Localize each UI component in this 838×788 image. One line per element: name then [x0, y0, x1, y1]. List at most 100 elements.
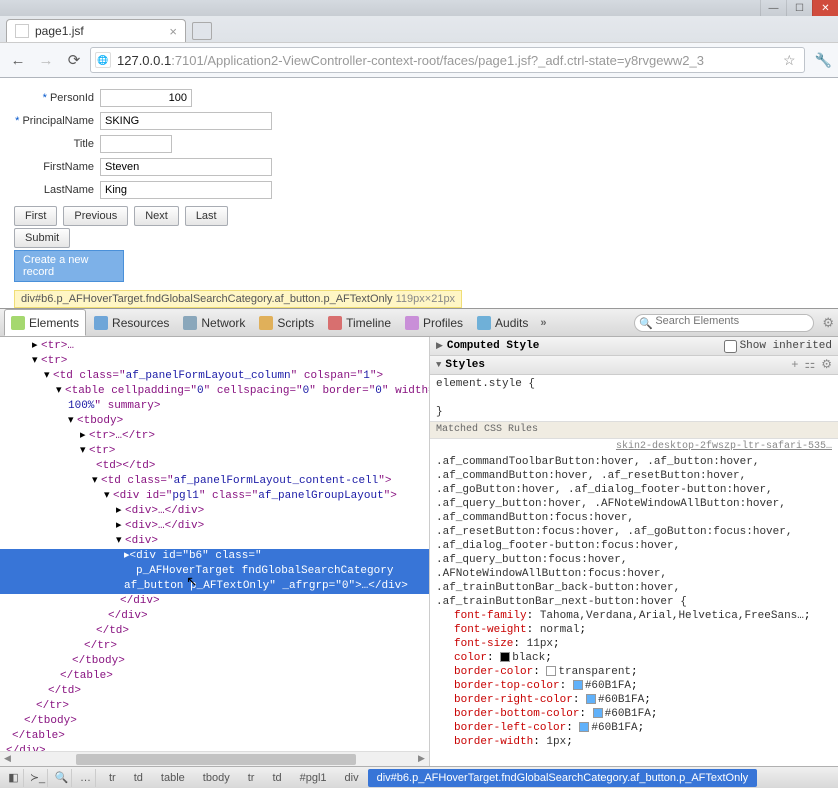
url-text: 127.0.0.1:7101/Application2-ViewControll… — [117, 53, 779, 68]
dock-toggle-icon[interactable]: ◧ — [4, 769, 24, 787]
horizontal-scrollbar[interactable]: ◀ ▶ — [0, 751, 429, 766]
breadcrumb-item[interactable]: tr — [100, 769, 125, 787]
devtools-footer: ◧ ≻_ 🔍 … trtdtabletbodytrtd#pgl1divdiv#b… — [0, 766, 838, 788]
previous-button[interactable]: Previous — [63, 206, 128, 226]
scroll-thumb[interactable] — [76, 754, 356, 765]
close-window-button[interactable]: ✕ — [812, 0, 838, 16]
breadcrumb-item-active[interactable]: div#b6.p_AFHoverTarget.fndGlobalSearchCa… — [368, 769, 758, 787]
devtools-tab-resources[interactable]: Resources — [88, 309, 175, 336]
audits-icon — [477, 316, 491, 330]
gear-icon[interactable]: ⚙ — [821, 358, 832, 372]
dom-selected-node[interactable]: ▸<div id="b6" class="p_AFHoverTarget fnd… — [0, 549, 429, 594]
bookmark-star-icon[interactable]: ☆ — [783, 52, 796, 69]
breadcrumb-item[interactable]: table — [152, 769, 194, 787]
label-first-name: FirstName — [14, 161, 94, 173]
label-last-name: LastName — [14, 184, 94, 196]
input-first-name[interactable] — [100, 158, 272, 176]
network-icon — [183, 316, 197, 330]
input-person-id[interactable] — [100, 89, 192, 107]
window-controls: — ☐ ✕ — [0, 0, 838, 16]
devtools-tab-strip: Elements Resources Network Scripts Timel… — [0, 309, 838, 337]
devtools-tab-timeline[interactable]: Timeline — [322, 309, 397, 336]
reload-button[interactable]: ⟳ — [62, 48, 86, 72]
css-declaration[interactable]: border-right-color: #60B1FA; — [436, 693, 832, 707]
input-last-name[interactable] — [100, 181, 272, 199]
breadcrumb-item[interactable]: tr — [239, 769, 264, 787]
inspect-element-icon[interactable]: 🔍 — [52, 769, 72, 787]
dom-tree[interactable]: ▸<tr>… ▾<tr> ▾<td class="af_panelFormLay… — [0, 337, 430, 766]
matched-rules-header: Matched CSS Rules — [430, 421, 838, 439]
search-icon: 🔍 — [639, 317, 653, 330]
styles-panel[interactable]: ▶ Computed Style Show inherited ▼ Styles… — [430, 337, 838, 766]
css-declaration[interactable]: border-left-color: #60B1FA; — [436, 721, 832, 735]
breadcrumb-item[interactable]: div — [336, 769, 368, 787]
devtools-search-input[interactable]: 🔍 — [634, 314, 814, 332]
styles-section-header[interactable]: ▼ Styles + ⚏ ⚙ — [430, 356, 838, 375]
devtools-tab-profiles[interactable]: Profiles — [399, 309, 469, 336]
devtools-tab-network[interactable]: Network — [177, 309, 251, 336]
label-principal-name: PrincipalName — [14, 115, 94, 127]
next-button[interactable]: Next — [134, 206, 179, 226]
forward-button[interactable]: → — [34, 48, 58, 72]
scroll-right-icon[interactable]: ▶ — [414, 752, 429, 766]
stylesheet-link[interactable]: skin2-desktop-2fwszp-ltr-safari-535… — [430, 439, 838, 455]
breadcrumb-item[interactable]: td — [263, 769, 290, 787]
page-favicon — [15, 24, 29, 38]
more-icon[interactable]: … — [76, 769, 96, 787]
console-toggle-icon[interactable]: ≻_ — [28, 769, 48, 787]
css-declaration[interactable]: border-bottom-color: #60B1FA; — [436, 707, 832, 721]
disclosure-triangle-icon[interactable]: ▶ — [436, 339, 443, 353]
breadcrumb-item[interactable]: td — [125, 769, 152, 787]
devtools-settings-icon[interactable]: ⚙ — [822, 315, 834, 331]
scripts-icon — [259, 316, 273, 330]
site-identity-icon[interactable]: 🌐 — [95, 52, 111, 68]
css-selector: .af_trainButtonBar_next-button:hover { — [436, 595, 832, 609]
css-declaration[interactable]: color: black; — [436, 651, 832, 665]
new-tab-button[interactable] — [192, 22, 212, 40]
toggle-state-icon[interactable]: ⚏ — [804, 358, 815, 372]
css-selector: .af_commandButton:hover, .af_resetButton… — [436, 469, 832, 483]
css-declaration[interactable]: font-family: Tahoma,Verdana,Arial,Helvet… — [436, 609, 832, 623]
css-selector: .af_commandToolbarButton:hover, .af_butt… — [436, 455, 832, 469]
breadcrumb-item[interactable]: tbody — [194, 769, 239, 787]
disclosure-triangle-icon[interactable]: ▼ — [436, 358, 441, 372]
first-button[interactable]: First — [14, 206, 57, 226]
css-declaration[interactable]: border-color: transparent; — [436, 665, 832, 679]
url-bar[interactable]: 🌐 127.0.0.1:7101/Application2-ViewContro… — [90, 47, 805, 73]
input-title[interactable] — [100, 135, 172, 153]
browser-chrome: — ☐ ✕ page1.jsf × ← → ⟳ 🌐 127.0.0.1:7101… — [0, 0, 838, 78]
css-selector: .af_trainButtonBar_back-button:hover, — [436, 581, 832, 595]
label-person-id: PersonId — [14, 92, 94, 104]
devtools-tab-elements[interactable]: Elements — [4, 309, 86, 336]
css-selector: .af_goButton:hover, .af_dialog_footer-bu… — [436, 483, 832, 497]
css-selector: .af_query_button:focus:hover, — [436, 553, 832, 567]
browser-tab[interactable]: page1.jsf × — [6, 19, 186, 42]
input-principal-name[interactable] — [100, 112, 272, 130]
scroll-left-icon[interactable]: ◀ — [0, 752, 15, 766]
dom-breadcrumb: trtdtabletbodytrtd#pgl1divdiv#b6.p_AFHov… — [100, 769, 757, 787]
element-highlight-tooltip: div#b6.p_AFHoverTarget.fndGlobalSearchCa… — [14, 290, 462, 308]
devtools-tab-scripts[interactable]: Scripts — [253, 309, 320, 336]
css-selector: .af_dialog_footer-button:focus:hover, — [436, 539, 832, 553]
breadcrumb-item[interactable]: #pgl1 — [291, 769, 336, 787]
add-rule-icon[interactable]: + — [791, 358, 798, 372]
tabs-overflow-icon[interactable]: » — [540, 317, 546, 329]
wrench-menu-icon[interactable]: 🔧 — [815, 52, 832, 69]
tab-strip: page1.jsf × — [0, 16, 838, 42]
maximize-button[interactable]: ☐ — [786, 0, 812, 16]
tab-close-icon[interactable]: × — [169, 24, 177, 39]
back-button[interactable]: ← — [6, 48, 30, 72]
devtools-tab-audits[interactable]: Audits — [471, 309, 534, 336]
label-title: Title — [14, 138, 94, 150]
computed-style-header[interactable]: ▶ Computed Style Show inherited — [430, 337, 838, 356]
last-button[interactable]: Last — [185, 206, 228, 226]
minimize-button[interactable]: — — [760, 0, 786, 16]
css-declaration[interactable]: border-width: 1px; — [436, 735, 832, 749]
css-declaration[interactable]: border-top-color: #60B1FA; — [436, 679, 832, 693]
show-inherited-checkbox[interactable]: Show inherited — [724, 339, 832, 353]
submit-button[interactable]: Submit — [14, 228, 70, 248]
css-declaration[interactable]: font-weight: normal; — [436, 623, 832, 637]
create-record-button[interactable]: Create a new record — [14, 250, 124, 282]
css-declaration[interactable]: font-size: 11px; — [436, 637, 832, 651]
timeline-icon — [328, 316, 342, 330]
